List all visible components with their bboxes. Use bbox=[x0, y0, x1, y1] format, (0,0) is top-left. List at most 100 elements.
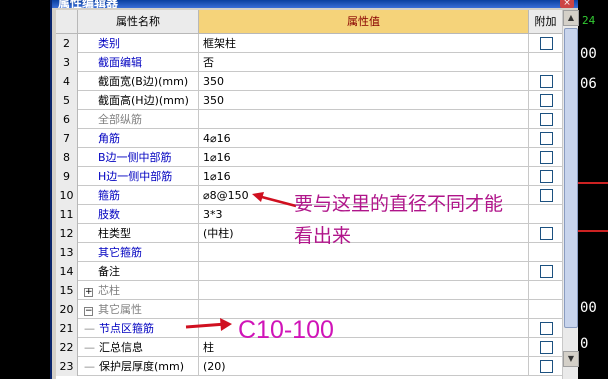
arrow-icon bbox=[185, 318, 232, 331]
cad-label: 24 bbox=[582, 14, 596, 27]
property-name: — 节点区箍筋 bbox=[78, 319, 199, 338]
property-name-text: 角筋 bbox=[98, 132, 120, 145]
property-name: B边一侧中部筋 bbox=[78, 148, 199, 167]
attach-checkbox[interactable] bbox=[540, 113, 553, 126]
cad-background: 24 00 06 00 0 bbox=[578, 0, 608, 379]
table-row[interactable]: 8 B边一侧中部筋 1⌀16 bbox=[56, 148, 562, 167]
header-name[interactable]: 属性名称 bbox=[78, 10, 199, 34]
attach-cell bbox=[529, 281, 562, 300]
property-name-text: B边一侧中部筋 bbox=[98, 151, 172, 164]
attach-checkbox[interactable] bbox=[540, 360, 553, 373]
table-row[interactable]: 14 备注 bbox=[56, 262, 562, 281]
attach-cell bbox=[529, 300, 562, 319]
table-row[interactable]: 2 类别 框架柱 bbox=[56, 34, 562, 53]
property-name: 肢数 bbox=[78, 205, 199, 224]
property-value[interactable]: 350 bbox=[199, 91, 529, 110]
window-title: 属性编辑器 bbox=[58, 0, 119, 8]
row-number: 3 bbox=[56, 53, 78, 72]
property-name-text: 全部纵筋 bbox=[98, 113, 142, 126]
property-value[interactable]: 否 bbox=[199, 53, 529, 72]
title-bar[interactable]: 属性编辑器 × bbox=[52, 0, 578, 8]
property-value[interactable] bbox=[199, 262, 529, 281]
attach-checkbox[interactable] bbox=[540, 94, 553, 107]
row-number: 22 bbox=[56, 338, 78, 357]
attach-checkbox[interactable] bbox=[540, 227, 553, 240]
cad-label: 00 bbox=[580, 46, 597, 62]
row-number: 2 bbox=[56, 34, 78, 53]
property-name: 类别 bbox=[78, 34, 199, 53]
row-number: 15 bbox=[56, 281, 78, 300]
attach-checkbox[interactable] bbox=[540, 341, 553, 354]
row-number: 4 bbox=[56, 72, 78, 91]
row-number: 9 bbox=[56, 167, 78, 186]
cad-label: 06 bbox=[580, 76, 597, 92]
attach-cell bbox=[529, 319, 562, 338]
property-name-text: 箍筋 bbox=[98, 189, 120, 202]
property-value[interactable]: 1⌀16 bbox=[199, 148, 529, 167]
row-number: 5 bbox=[56, 91, 78, 110]
table-row[interactable]: 4 截面宽(B边)(mm) 350 bbox=[56, 72, 562, 91]
property-name: 备注 bbox=[78, 262, 199, 281]
attach-checkbox[interactable] bbox=[540, 75, 553, 88]
expand-icon[interactable]: + bbox=[84, 288, 93, 297]
scroll-thumb[interactable] bbox=[564, 28, 578, 328]
scroll-down-icon[interactable]: ▼ bbox=[563, 351, 579, 367]
attach-cell bbox=[529, 205, 562, 224]
attach-checkbox[interactable] bbox=[540, 132, 553, 145]
annotation-note-line2: 看出来 bbox=[294, 225, 352, 247]
row-number: 7 bbox=[56, 129, 78, 148]
property-value[interactable]: (20) bbox=[199, 357, 529, 376]
table-row[interactable]: 3 截面编辑 否 bbox=[56, 53, 562, 72]
property-name: H边一侧中部筋 bbox=[78, 167, 199, 186]
property-name: 其它箍筋 bbox=[78, 243, 199, 262]
property-name-text: 截面编辑 bbox=[98, 56, 142, 69]
close-icon[interactable]: × bbox=[560, 0, 574, 8]
property-value[interactable]: 350 bbox=[199, 72, 529, 91]
property-value[interactable] bbox=[199, 243, 529, 262]
table-row[interactable]: 6 全部纵筋 bbox=[56, 110, 562, 129]
table-row[interactable]: 5 截面高(H边)(mm) 350 bbox=[56, 91, 562, 110]
property-name-text: 截面高(H边)(mm) bbox=[98, 94, 189, 107]
table-row[interactable]: 9 H边一侧中部筋 1⌀16 bbox=[56, 167, 562, 186]
collapse-icon[interactable]: − bbox=[84, 307, 93, 316]
attach-checkbox[interactable] bbox=[540, 37, 553, 50]
attach-checkbox[interactable] bbox=[540, 189, 553, 202]
property-name: 角筋 bbox=[78, 129, 199, 148]
vertical-scrollbar[interactable]: ▲ ▼ bbox=[562, 10, 579, 379]
header-attach[interactable]: 附加 bbox=[529, 10, 562, 34]
header-value[interactable]: 属性值 bbox=[199, 10, 529, 34]
property-value[interactable]: 1⌀16 bbox=[199, 167, 529, 186]
property-value[interactable]: (中柱) bbox=[199, 224, 529, 243]
property-name-text: 节点区箍筋 bbox=[99, 322, 154, 335]
property-value[interactable]: 4⌀16 bbox=[199, 129, 529, 148]
table-row[interactable]: 23 — 保护层厚度(mm) (20) bbox=[56, 357, 562, 376]
attach-cell bbox=[529, 110, 562, 129]
cad-line bbox=[578, 230, 608, 232]
attach-cell bbox=[529, 262, 562, 281]
attach-checkbox[interactable] bbox=[540, 322, 553, 335]
table-row[interactable]: 15 + 芯柱 bbox=[56, 281, 562, 300]
cad-label: 00 bbox=[580, 300, 597, 316]
attach-checkbox[interactable] bbox=[540, 265, 553, 278]
property-value[interactable] bbox=[199, 281, 529, 300]
attach-checkbox[interactable] bbox=[540, 151, 553, 164]
property-value[interactable] bbox=[199, 110, 529, 129]
property-name-text: 汇总信息 bbox=[99, 341, 143, 354]
attach-cell bbox=[529, 148, 562, 167]
attach-cell bbox=[529, 91, 562, 110]
row-number: 11 bbox=[56, 205, 78, 224]
property-name: 全部纵筋 bbox=[78, 110, 199, 129]
table-row[interactable]: 7 角筋 4⌀16 bbox=[56, 129, 562, 148]
property-name-text: 保护层厚度(mm) bbox=[99, 360, 185, 373]
row-number: 14 bbox=[56, 262, 78, 281]
attach-cell bbox=[529, 53, 562, 72]
property-name-text: 肢数 bbox=[98, 208, 120, 221]
attach-cell bbox=[529, 167, 562, 186]
tree-line-icon: — bbox=[84, 322, 95, 335]
property-value[interactable]: 框架柱 bbox=[199, 34, 529, 53]
property-name: − 其它属性 bbox=[78, 300, 199, 319]
property-name: 截面宽(B边)(mm) bbox=[78, 72, 199, 91]
row-number: 23 bbox=[56, 357, 78, 376]
scroll-up-icon[interactable]: ▲ bbox=[563, 10, 579, 26]
attach-checkbox[interactable] bbox=[540, 170, 553, 183]
